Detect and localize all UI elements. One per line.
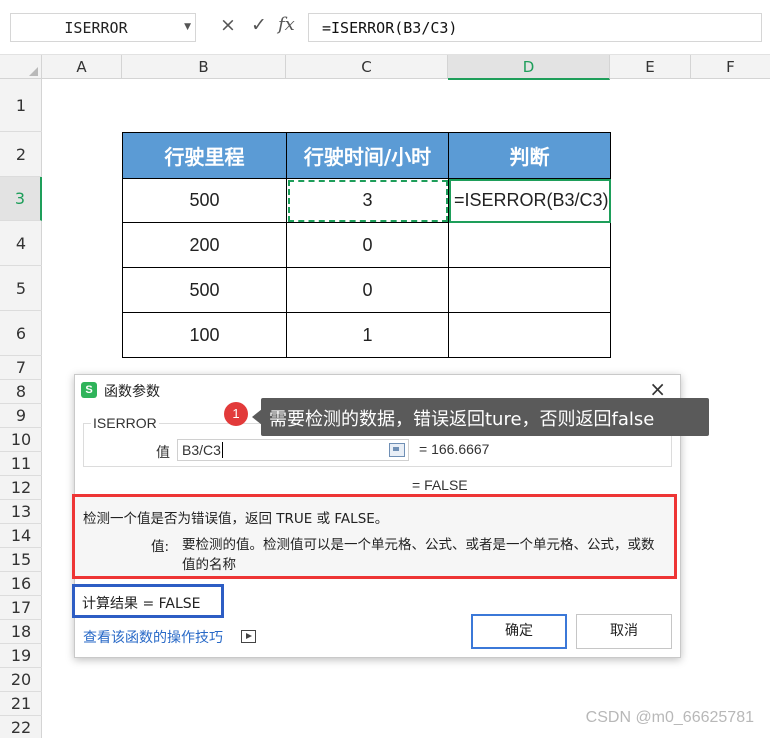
calculation-result-box: 计算结果 = FALSE xyxy=(72,584,224,618)
name-box[interactable]: ISERROR ▼ xyxy=(10,13,196,42)
formula-bar: ISERROR ▼ × ✓ fx =ISERROR(B3/C3) xyxy=(0,0,770,54)
table-cell[interactable]: 500 xyxy=(122,178,287,223)
row-header[interactable]: 14 xyxy=(0,524,42,548)
row-header[interactable]: 11 xyxy=(0,452,42,476)
row-header[interactable]: 9 xyxy=(0,404,42,428)
dialog-title: 函数参数 xyxy=(104,384,160,400)
row-header[interactable]: 8 xyxy=(0,380,42,404)
row-header[interactable]: 10 xyxy=(0,428,42,452)
table-cell-active[interactable]: =ISERROR(B3/C3) xyxy=(448,178,611,223)
table-cell[interactable]: 1 xyxy=(286,312,449,358)
header-cell-judgement[interactable]: 判断 xyxy=(448,132,611,179)
annotation-box: 需要检测的数据，错误返回ture，否则返回false xyxy=(261,398,709,436)
header-cell-time[interactable]: 行驶时间/小时 xyxy=(286,132,449,179)
formula-result: = FALSE xyxy=(412,477,468,493)
cancel-button[interactable]: 取消 xyxy=(576,614,672,649)
data-table: 行驶里程 行驶时间/小时 判断 500 3 =ISERROR(B3/C3) 20… xyxy=(122,132,611,358)
row-header[interactable]: 15 xyxy=(0,548,42,572)
row-header[interactable]: 22 xyxy=(0,716,42,738)
row-header[interactable]: 17 xyxy=(0,596,42,620)
table-cell[interactable]: 100 xyxy=(122,312,287,358)
table-cell[interactable]: 200 xyxy=(122,222,287,268)
watermark: CSDN @m0_66625781 xyxy=(585,709,754,726)
row-header[interactable]: 13 xyxy=(0,500,42,524)
table-cell[interactable]: 500 xyxy=(122,267,287,313)
annotation-text: 需要检测的数据，错误返回ture，否则返回false xyxy=(269,409,655,430)
column-header-row: A B C D E F xyxy=(0,54,770,80)
formula-input[interactable]: =ISERROR(B3/C3) xyxy=(308,13,762,42)
function-description: 检测一个值是否为错误值，返回 TRUE 或 FALSE。 xyxy=(83,511,389,527)
column-header-a[interactable]: A xyxy=(42,55,122,79)
app-logo-icon: S xyxy=(81,382,97,398)
range-select-icon[interactable] xyxy=(389,443,405,457)
row-header[interactable]: 1 xyxy=(0,79,42,132)
table-cell[interactable] xyxy=(448,312,611,358)
param-description-text: 要检测的值。检测值可以是一个单元格、公式、或者是一个单元格、公式，或数值的名称 xyxy=(182,537,655,573)
column-header-d[interactable]: D xyxy=(448,55,610,80)
row-header[interactable]: 20 xyxy=(0,668,42,692)
annotation-badge: 1 xyxy=(224,402,248,426)
ok-button[interactable]: 确定 xyxy=(471,614,567,649)
name-box-value: ISERROR xyxy=(64,19,128,37)
table-cell[interactable]: 0 xyxy=(286,222,449,268)
table-cell[interactable]: 0 xyxy=(286,267,449,313)
description-box: 检测一个值是否为错误值，返回 TRUE 或 FALSE。 值: 要检测的值。检测… xyxy=(72,494,677,579)
row-header[interactable]: 16 xyxy=(0,572,42,596)
table-row: 200 0 xyxy=(122,222,611,268)
select-all-triangle-icon xyxy=(29,67,38,76)
calculation-result: 计算结果 = FALSE xyxy=(82,596,201,612)
table-cell-referenced[interactable]: 3 xyxy=(286,178,449,223)
row-header[interactable]: 7 xyxy=(0,356,42,380)
row-header[interactable]: 2 xyxy=(0,132,42,177)
param-result: = 166.6667 xyxy=(419,441,490,457)
table-row: 100 1 xyxy=(122,312,611,358)
column-header-f[interactable]: F xyxy=(691,55,770,79)
name-box-dropdown-icon[interactable]: ▼ xyxy=(184,22,191,32)
row-header-active[interactable]: 3 xyxy=(0,177,42,221)
row-header[interactable]: 19 xyxy=(0,644,42,668)
select-all-corner[interactable] xyxy=(0,55,42,79)
table-row: 500 0 xyxy=(122,267,611,313)
row-header[interactable]: 4 xyxy=(0,221,42,266)
formula-text: =ISERROR(B3/C3) xyxy=(322,19,458,37)
param-value-text: B3/C3 xyxy=(182,442,223,458)
table-row: 500 3 =ISERROR(B3/C3) xyxy=(122,178,611,223)
row-header[interactable]: 21 xyxy=(0,692,42,716)
insert-function-icon[interactable]: fx xyxy=(278,14,295,36)
function-name: ISERROR xyxy=(91,415,159,431)
param-description-label: 值: xyxy=(151,539,170,555)
param-label: 值 xyxy=(156,445,170,461)
row-header[interactable]: 5 xyxy=(0,266,42,311)
table-cell[interactable] xyxy=(448,222,611,268)
row-header[interactable]: 18 xyxy=(0,620,42,644)
table-cell[interactable] xyxy=(448,267,611,313)
row-header[interactable]: 12 xyxy=(0,476,42,500)
annotation-callout: 1 需要检测的数据，错误返回ture，否则返回false xyxy=(224,398,709,436)
row-header-column: 1 2 3 4 5 6 7 8 9 10 11 12 13 14 15 16 1… xyxy=(0,79,42,738)
column-header-c[interactable]: C xyxy=(286,55,448,79)
column-header-e[interactable]: E xyxy=(610,55,691,79)
header-cell-distance[interactable]: 行驶里程 xyxy=(122,132,287,179)
column-header-b[interactable]: B xyxy=(122,55,286,79)
video-play-icon[interactable] xyxy=(241,630,256,643)
table-header-row: 行驶里程 行驶时间/小时 判断 xyxy=(122,132,611,179)
param-value-input[interactable]: B3/C3 xyxy=(177,439,409,461)
enter-icon[interactable]: ✓ xyxy=(251,14,267,36)
cancel-icon[interactable]: × xyxy=(220,14,236,36)
row-header[interactable]: 6 xyxy=(0,311,42,356)
close-icon[interactable]: × xyxy=(649,378,666,400)
function-tips-link[interactable]: 查看该函数的操作技巧 xyxy=(83,627,223,647)
